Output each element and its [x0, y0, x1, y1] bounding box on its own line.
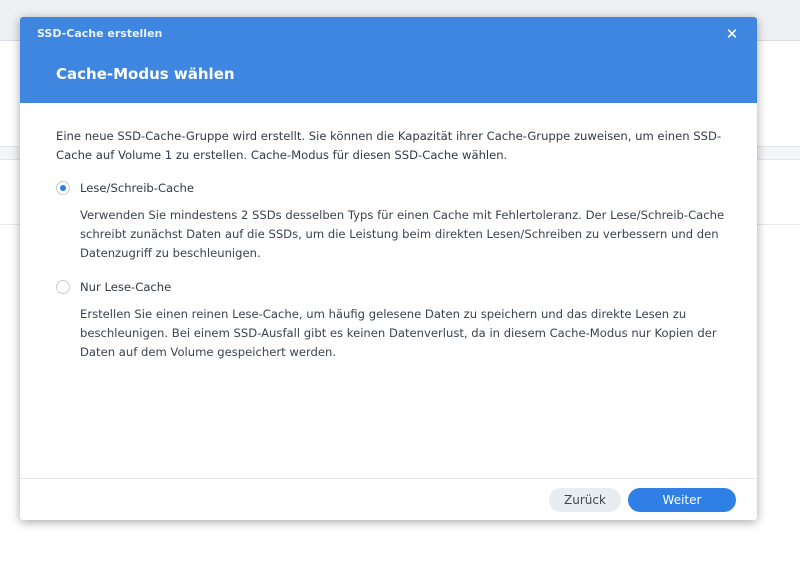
window-title: SSD-Cache erstellen — [37, 27, 163, 40]
next-button[interactable]: Weiter — [628, 488, 736, 512]
dialog-header: SSD-Cache erstellen ✕ Cache-Modus wählen — [20, 17, 757, 103]
close-button[interactable]: ✕ — [723, 25, 741, 43]
intro-text: Eine neue SSD-Cache-Gruppe wird erstellt… — [56, 129, 722, 162]
option-read-write-cache[interactable]: Lese/Schreib-Cache — [56, 178, 728, 198]
ssd-cache-wizard-dialog: SSD-Cache erstellen ✕ Cache-Modus wählen… — [20, 17, 757, 520]
dialog-body: Eine neue SSD-Cache-Gruppe wird erstellt… — [56, 127, 728, 376]
option-description: Erstellen Sie einen reinen Lese-Cache, u… — [80, 307, 717, 359]
step-title: Cache-Modus wählen — [56, 65, 235, 83]
back-button[interactable]: Zurück — [549, 488, 621, 512]
option-label: Nur Lese-Cache — [80, 279, 172, 294]
radio-read-only-cache[interactable] — [56, 280, 70, 294]
option-label: Lese/Schreib-Cache — [80, 180, 195, 195]
radio-read-write-cache[interactable] — [56, 181, 70, 195]
option-read-only-cache[interactable]: Nur Lese-Cache — [56, 277, 728, 297]
close-icon: ✕ — [725, 25, 739, 43]
dialog-footer: Zurück Weiter — [20, 478, 757, 520]
option-description: Verwenden Sie mindestens 2 SSDs desselbe… — [80, 208, 725, 260]
